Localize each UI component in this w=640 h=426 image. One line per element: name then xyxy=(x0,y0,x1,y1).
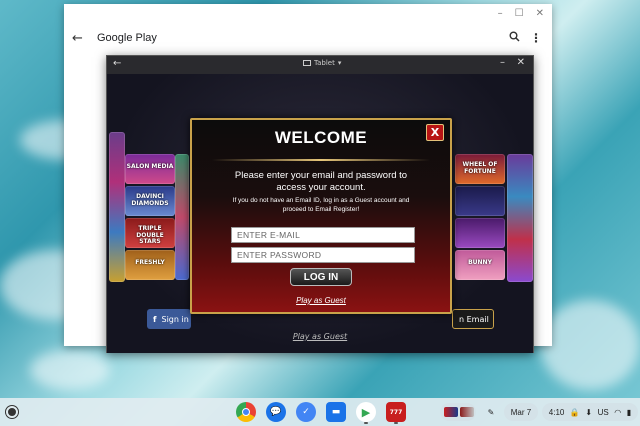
play-store-icon[interactable]: ▶ xyxy=(356,402,376,422)
app-title: Google Play xyxy=(97,32,157,44)
thumbnail-icon xyxy=(444,407,458,417)
close-window-button[interactable]: ✕ xyxy=(536,8,544,19)
search-icon[interactable] xyxy=(509,31,520,45)
files-icon[interactable]: ▬ xyxy=(326,402,346,422)
slot-tile: SALON MEDIA xyxy=(125,154,175,184)
email-field[interactable]: ENTER E-MAIL xyxy=(231,227,415,243)
window-controls: – ☐ ✕ xyxy=(498,8,544,19)
launcher-button[interactable] xyxy=(6,406,18,418)
chrome-icon[interactable] xyxy=(236,402,256,422)
slot-tile: BUNNY xyxy=(455,250,505,280)
game-window: ← Tablet ▾ – ✕ SALON MEDIA DAVINCI DIAMO… xyxy=(106,55,534,353)
close-dialog-button[interactable]: X xyxy=(426,124,444,141)
chevron-down-icon: ▾ xyxy=(337,59,342,67)
slot-tile-label: SALON MEDIA xyxy=(126,163,174,170)
game-lobby: SALON MEDIA DAVINCI DIAMONDS TRIPLE DOUB… xyxy=(107,74,533,353)
facebook-signin-label: Sign in xyxy=(161,314,189,324)
instruction-text: access your account. xyxy=(276,182,366,193)
thumbnail-icon xyxy=(460,407,474,417)
slot-tile xyxy=(175,154,189,280)
play-as-guest-link[interactable]: Play as Guest xyxy=(192,296,450,305)
chrome-center xyxy=(242,408,250,416)
login-button[interactable]: LOG IN xyxy=(290,268,352,286)
divider xyxy=(212,159,430,161)
wifi-icon: ◠ xyxy=(614,407,622,417)
dialog-title: WELCOME xyxy=(274,128,368,147)
pen-icon[interactable]: ✎ xyxy=(482,403,500,421)
slot-tile xyxy=(109,132,125,282)
view-mode-label: Tablet xyxy=(314,59,335,67)
running-indicator xyxy=(394,422,398,424)
guest-note: proceed to Email Register! xyxy=(282,206,360,213)
wallpaper-foam xyxy=(540,300,640,390)
email-signin-label: n Email xyxy=(459,314,489,324)
slot-tile xyxy=(455,186,505,216)
game-titlebar: ← Tablet ▾ – ✕ xyxy=(107,56,533,74)
slot-tile xyxy=(507,154,533,282)
date-tray[interactable]: Mar 7 xyxy=(504,403,538,421)
calendar-icon[interactable]: ✓ xyxy=(296,402,316,422)
wallpaper-foam xyxy=(30,350,110,390)
slot-tile-label: FRESHLY xyxy=(135,259,165,266)
email-signin-button[interactable]: n Email xyxy=(452,309,494,329)
slot-tile: FRESHLY xyxy=(125,250,175,280)
tablet-icon xyxy=(303,60,311,66)
lock-icon: 🔒 xyxy=(569,407,580,417)
password-field[interactable]: ENTER PASSWORD xyxy=(231,247,415,263)
status-tray[interactable]: 4:10 🔒 ⬇ US ◠ ▮ xyxy=(542,403,638,421)
facebook-signin-button[interactable]: f Sign in xyxy=(147,309,191,329)
input-method-label: US xyxy=(597,407,609,417)
view-mode-selector[interactable]: Tablet ▾ xyxy=(303,59,341,67)
date-label: Mar 7 xyxy=(510,407,532,417)
slot-tile-label: BUNNY xyxy=(468,259,492,266)
slot-tile: TRIPLE DOUBLE STARS xyxy=(125,218,175,248)
battery-icon: ▮ xyxy=(626,407,632,417)
running-indicator xyxy=(364,422,368,424)
slot-tile-label: WHEEL OF FORTUNE xyxy=(462,161,498,175)
minimize-button[interactable]: – xyxy=(498,8,503,19)
more-menu-icon[interactable]: ⋮ xyxy=(530,31,542,45)
slot-tile-label: TRIPLE DOUBLE STARS xyxy=(136,225,164,246)
welcome-dialog: WELCOME X Please enter your email and pa… xyxy=(190,118,452,314)
messages-icon[interactable]: 💬 xyxy=(266,402,286,422)
shelf: 💬 ✓ ▬ ▶ 777 ✎ Mar 7 4:10 🔒 ⬇ US ◠ ▮ xyxy=(0,398,640,426)
tote-holding-space[interactable] xyxy=(440,403,476,421)
slots-app-icon[interactable]: 777 xyxy=(386,402,406,422)
facebook-icon: f xyxy=(153,314,157,324)
slot-tile: DAVINCI DIAMONDS xyxy=(125,186,175,216)
slot-tile xyxy=(455,218,505,248)
slot-tile: WHEEL OF FORTUNE xyxy=(455,154,505,184)
guest-note: If you do not have an Email ID, log in a… xyxy=(232,197,410,204)
instruction-text: Please enter your email and password to xyxy=(234,170,408,181)
maximize-button[interactable]: ☐ xyxy=(515,8,524,19)
back-arrow-icon[interactable]: ← xyxy=(113,58,121,69)
google-play-header: ← Google Play ⋮ xyxy=(64,26,552,50)
minimize-button[interactable]: – xyxy=(500,57,505,68)
clock-label: 4:10 xyxy=(548,407,565,417)
back-arrow-icon[interactable]: ← xyxy=(72,31,83,46)
slot-tile-label: DAVINCI DIAMONDS xyxy=(131,193,169,207)
download-icon: ⬇ xyxy=(585,407,593,417)
close-window-button[interactable]: ✕ xyxy=(517,57,525,68)
background-guest-link[interactable]: Play as Guest xyxy=(107,332,533,341)
